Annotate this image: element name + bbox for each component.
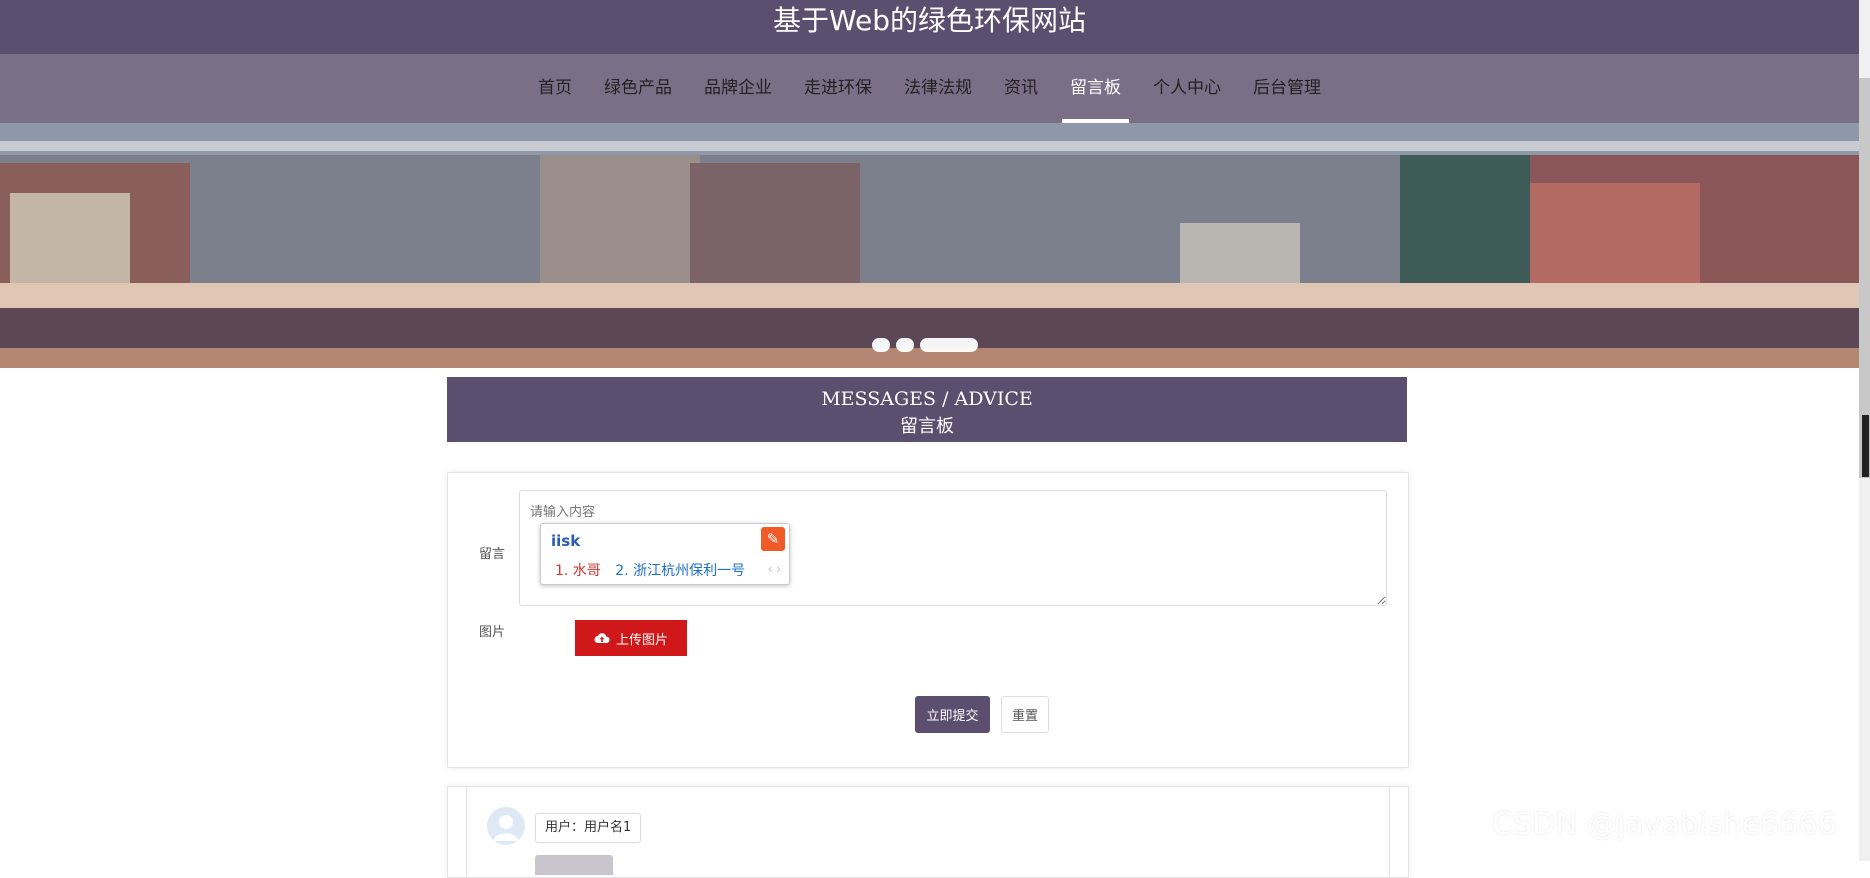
image-label: 图片: [479, 625, 506, 640]
ime-candidate-1[interactable]: 1. 水哥: [555, 563, 601, 579]
user-avatar-icon: [487, 807, 525, 845]
hero-banner: [0, 123, 1859, 368]
nav-list: 首页 绿色产品 品牌企业 走进环保 法律法规 资讯 留言板 个人中心 后台管理: [0, 54, 1859, 123]
nav-item-6[interactable]: 留言板: [1054, 54, 1137, 123]
carousel-dot-2[interactable]: [896, 338, 914, 352]
nav-item-4[interactable]: 法律法规: [888, 54, 988, 123]
message-item: 用户：用户名1: [466, 787, 1390, 877]
submit-button[interactable]: 立即提交: [915, 696, 990, 733]
upload-button-label: 上传图片: [615, 631, 668, 647]
message-user-name: 用户：用户名1: [535, 813, 642, 843]
nav-item-7[interactable]: 个人中心: [1137, 54, 1237, 123]
banner-cityscape-image: [0, 123, 1859, 368]
carousel-dot-1[interactable]: [872, 338, 890, 352]
nav-item-3[interactable]: 走进环保: [788, 54, 888, 123]
upload-image-button[interactable]: 上传图片: [575, 620, 687, 656]
ime-pager-icon[interactable]: ‹ ›: [768, 562, 781, 576]
page-scrollbar[interactable]: [1859, 0, 1870, 861]
section-title-cn: 留言板: [900, 416, 954, 437]
nav-item-0[interactable]: 首页: [522, 54, 588, 123]
ime-typed-text: iisk: [551, 532, 581, 550]
scrollbar-indicator: [1862, 415, 1869, 477]
message-reply-bar: [535, 855, 613, 875]
carousel-indicators: [872, 338, 978, 352]
nav-item-1[interactable]: 绿色产品: [588, 54, 688, 123]
nav-item-8[interactable]: 后台管理: [1237, 54, 1337, 123]
nav-item-5[interactable]: 资讯: [988, 54, 1054, 123]
nav-item-2[interactable]: 品牌企业: [688, 54, 788, 123]
ime-candidate-popup: iisk ✎ 1. 水哥 2. 浙江杭州保利一号 ‹ ›: [540, 523, 790, 585]
site-title: 基于Web的绿色环保网站: [772, 4, 1087, 37]
message-label: 留言: [479, 547, 506, 562]
section-header: MESSAGES / ADVICE 留言板: [447, 377, 1407, 442]
ime-candidates: 1. 水哥 2. 浙江杭州保利一号: [555, 560, 745, 580]
section-title-en: MESSAGES / ADVICE: [821, 388, 1033, 410]
reset-button[interactable]: 重置: [1001, 696, 1049, 733]
message-form: 留言 iisk ✎ 1. 水哥 2. 浙江杭州保利一号 ‹ › 图片 上传图片 …: [447, 472, 1409, 768]
ime-candidate-2[interactable]: 2. 浙江杭州保利一号: [615, 563, 745, 579]
watermark-text: CSDN @javabishe6666: [1492, 807, 1837, 842]
carousel-dot-3-active[interactable]: [920, 338, 978, 352]
ime-logo-icon[interactable]: ✎: [761, 527, 785, 551]
message-list: 用户：用户名1: [447, 786, 1409, 878]
cloud-upload-icon: [594, 633, 610, 643]
site-header: 基于Web的绿色环保网站: [0, 0, 1859, 54]
main-nav: 首页 绿色产品 品牌企业 走进环保 法律法规 资讯 留言板 个人中心 后台管理: [0, 54, 1859, 123]
